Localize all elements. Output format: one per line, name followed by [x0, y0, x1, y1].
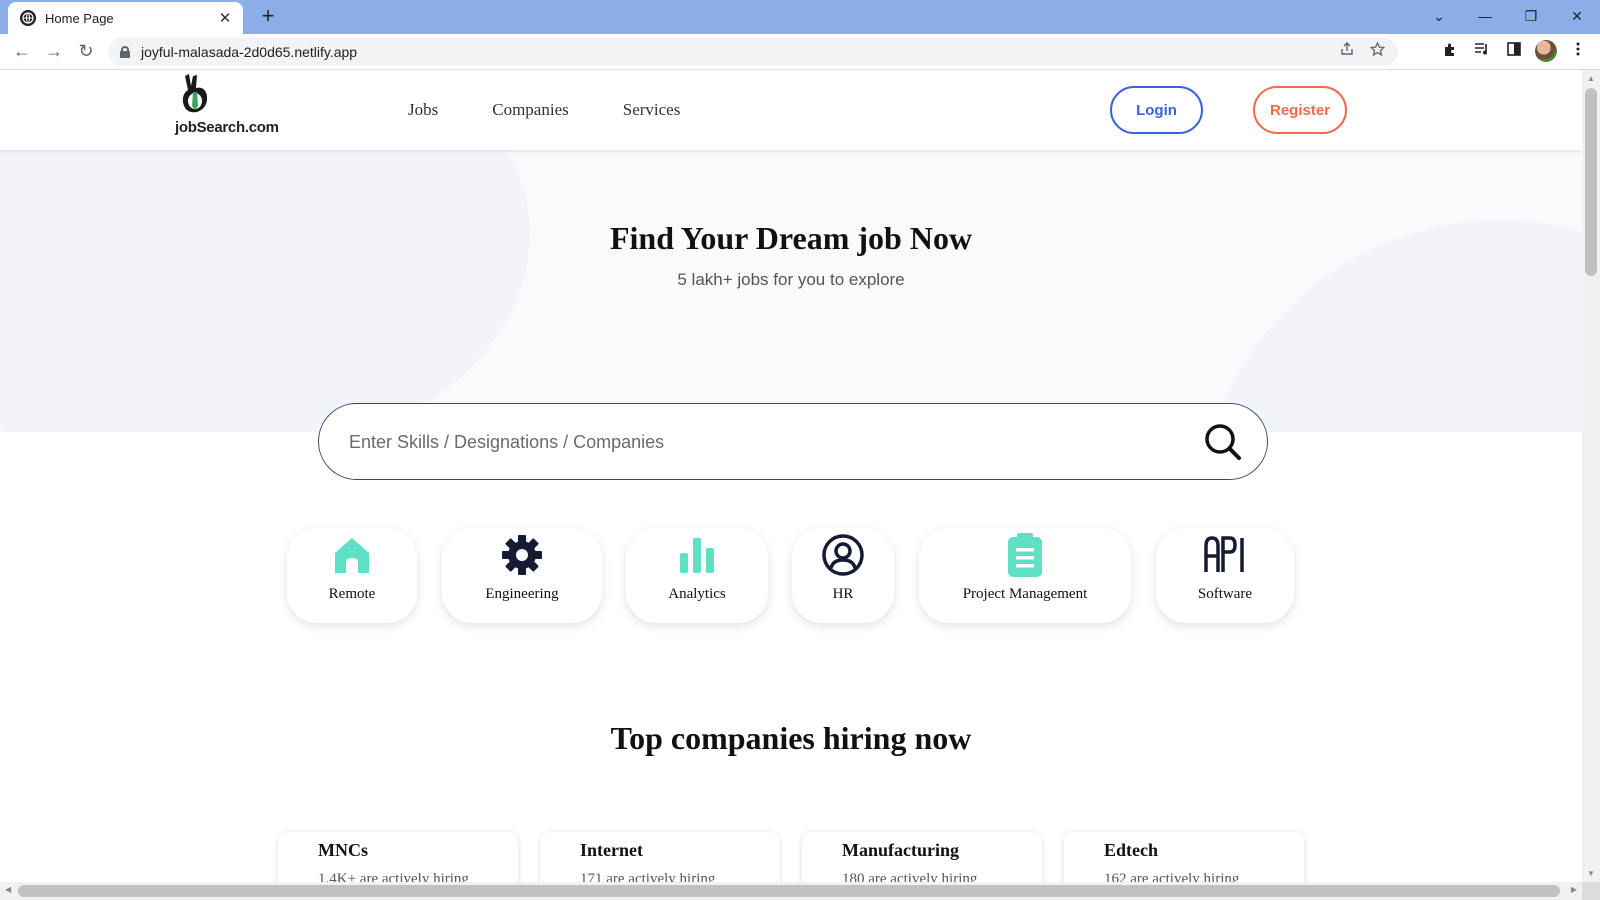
browser-tab-bar: Home Page ✕ + ⌄ — ❐ ✕: [0, 0, 1600, 34]
logo-text: jobSearch.com: [175, 119, 279, 136]
api-icon: [1203, 533, 1247, 577]
category-project-management[interactable]: Project Management: [919, 528, 1131, 623]
menu-icon[interactable]: [1562, 42, 1594, 60]
company-card-title: Edtech: [1104, 840, 1158, 860]
company-card-count: 180 are actively hiring: [842, 871, 978, 882]
company-card-count: 162 are actively hiring: [1104, 871, 1240, 882]
user-circle-icon: [821, 533, 865, 577]
login-button[interactable]: Login: [1110, 86, 1203, 134]
nav-services[interactable]: Services: [623, 100, 681, 120]
reload-button[interactable]: ↻: [70, 41, 102, 62]
hero-subtitle: 5 lakh+ jobs for you to explore: [677, 270, 905, 289]
job-search-bar: [318, 403, 1268, 480]
extensions-icon[interactable]: [1434, 42, 1466, 61]
back-button[interactable]: ←: [6, 41, 38, 62]
hero-section: Find Your Dream job Now 5 lakh+ jobs for…: [0, 150, 1582, 432]
job-categories: Remote Engineering Analytics HR Project …: [0, 528, 1582, 628]
new-tab-button[interactable]: +: [256, 5, 280, 29]
nav-companies[interactable]: Companies: [492, 100, 569, 120]
search-icon[interactable]: [1203, 422, 1243, 462]
register-button[interactable]: Register: [1253, 86, 1347, 134]
window-controls: ⌄ — ❐ ✕: [1416, 0, 1600, 32]
company-card-internet[interactable]: Internet 171 are actively hiring: [540, 832, 780, 882]
category-label: Analytics: [668, 586, 726, 602]
main-nav: Jobs Companies Services: [408, 100, 734, 120]
scroll-up-arrow-icon[interactable]: ▲: [1587, 74, 1595, 83]
scrollbar-corner: [1582, 882, 1600, 900]
category-label: Engineering: [485, 586, 559, 602]
horizontal-scroll-thumb[interactable]: [18, 885, 1560, 897]
category-software[interactable]: Software: [1156, 528, 1294, 623]
bookmark-star-icon[interactable]: [1362, 41, 1392, 61]
media-icon[interactable]: [1466, 42, 1498, 60]
scroll-right-arrow-icon[interactable]: ▶: [1571, 885, 1577, 894]
site-logo[interactable]: jobSearch.com: [175, 72, 285, 144]
logo-hand-icon: [182, 74, 208, 113]
globe-icon: [20, 10, 36, 26]
share-icon[interactable]: [1332, 42, 1362, 61]
company-card-count: 171 are actively hiring: [580, 871, 716, 882]
company-card-manufacturing[interactable]: Manufacturing 180 are actively hiring: [802, 832, 1042, 882]
nav-jobs[interactable]: Jobs: [408, 100, 438, 120]
vertical-scrollbar[interactable]: ▲ ▼: [1582, 70, 1600, 882]
category-analytics[interactable]: Analytics: [626, 528, 768, 623]
vertical-scroll-thumb[interactable]: [1585, 88, 1597, 276]
hero-decor-circle: [0, 150, 530, 432]
address-bar[interactable]: joyful-malasada-2d0d65.netlify.app: [108, 38, 1398, 66]
category-label: HR: [832, 586, 854, 602]
category-engineering[interactable]: Engineering: [442, 528, 602, 623]
url-text[interactable]: joyful-malasada-2d0d65.netlify.app: [141, 44, 357, 60]
home-icon: [330, 533, 374, 577]
category-label: Remote: [328, 586, 376, 602]
horizontal-scrollbar[interactable]: ◀ ▶: [0, 882, 1582, 900]
forward-button[interactable]: →: [38, 41, 70, 62]
company-card-count: 1.4K+ are actively hiring: [318, 871, 469, 882]
scroll-left-arrow-icon[interactable]: ◀: [5, 885, 11, 894]
side-panel-icon[interactable]: [1498, 42, 1530, 60]
gear-icon: [500, 533, 544, 577]
category-label: Project Management: [962, 586, 1088, 602]
tab-search-icon[interactable]: ⌄: [1416, 8, 1462, 25]
category-remote[interactable]: Remote: [287, 528, 417, 623]
lock-icon[interactable]: [120, 46, 130, 58]
site-header: jobSearch.com Jobs Companies Services Lo…: [0, 70, 1582, 150]
companies-section-title: Top companies hiring now: [610, 720, 972, 756]
clipboard-icon: [1003, 533, 1047, 577]
profile-avatar[interactable]: [1535, 40, 1557, 62]
minimize-button[interactable]: —: [1462, 8, 1508, 24]
company-card-title: Internet: [580, 840, 643, 860]
browser-toolbar: ← → ↻ joyful-malasada-2d0d65.netlify.app: [0, 34, 1600, 70]
company-card-mncs[interactable]: MNCs 1.4K+ are actively hiring: [278, 832, 518, 882]
web-page: jobSearch.com Jobs Companies Services Lo…: [0, 70, 1582, 882]
restore-button[interactable]: ❐: [1508, 8, 1554, 25]
search-input[interactable]: [349, 424, 1169, 460]
tab-close-icon[interactable]: ✕: [217, 9, 233, 27]
company-card-title: Manufacturing: [842, 840, 959, 860]
tab-title: Home Page: [45, 10, 114, 26]
category-hr[interactable]: HR: [792, 528, 894, 623]
close-window-button[interactable]: ✕: [1554, 8, 1600, 25]
category-label: Software: [1197, 586, 1253, 602]
hero-title: Find Your Dream job Now: [609, 220, 973, 256]
scroll-down-arrow-icon[interactable]: ▼: [1587, 869, 1595, 878]
bar-chart-icon: [675, 533, 719, 577]
company-card-edtech[interactable]: Edtech 162 are actively hiring: [1064, 832, 1304, 882]
browser-tab[interactable]: Home Page ✕: [8, 2, 243, 34]
company-card-title: MNCs: [318, 840, 368, 860]
